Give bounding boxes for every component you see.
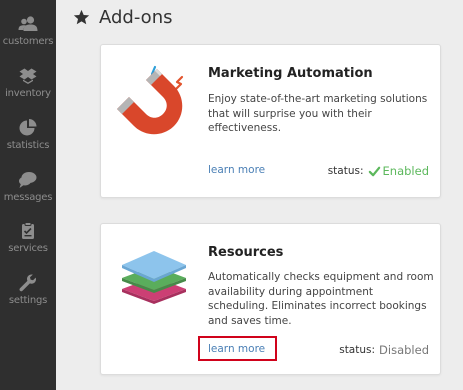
sidebar-item-label: customers [2, 36, 54, 47]
wrench-icon [19, 274, 36, 292]
customers-icon [18, 16, 38, 31]
sidebar-item-label: inventory [5, 88, 51, 99]
sidebar-item-settings[interactable]: settings [0, 273, 56, 306]
layers-icon [122, 251, 186, 304]
status-value: Disabled [379, 343, 429, 357]
checkmark-icon [368, 166, 380, 176]
status-label: status: [327, 165, 364, 177]
sidebar-item-label: messages [3, 192, 53, 203]
sidebar-item-statistics[interactable]: statistics [0, 118, 56, 151]
status-enabled: Enabled [368, 164, 429, 178]
addon-status: status: Disabled [339, 343, 429, 357]
services-icon [22, 222, 34, 239]
learn-more-link[interactable]: learn more [208, 343, 265, 355]
sidebar-item-label: services [8, 243, 48, 254]
magnet-icon [117, 65, 184, 135]
sidebar-item-label: statistics [6, 140, 50, 151]
learn-more-link[interactable]: learn more [208, 164, 265, 176]
star-icon [73, 9, 90, 24]
page-header: Add-ons [73, 4, 172, 30]
sidebar-item-inventory[interactable]: inventory [0, 66, 56, 99]
addon-description: Enjoy state-of-the-art marketing solutio… [208, 93, 428, 134]
messages-icon [19, 172, 37, 188]
sidebar: customers inventory statistics messages [0, 0, 56, 390]
status-label: status: [339, 344, 376, 356]
addon-card-marketing-automation: Marketing Automation Enjoy state-of-the-… [100, 44, 441, 198]
sidebar-item-customers[interactable]: customers [0, 14, 56, 47]
addon-title: Resources [208, 245, 284, 260]
sidebar-item-label: settings [8, 295, 48, 306]
addon-description: Automatically checks equipment and room … [208, 271, 434, 327]
sidebar-item-messages[interactable]: messages [0, 170, 56, 203]
status-value: Enabled [382, 164, 429, 178]
inventory-icon [19, 68, 37, 84]
page-title: Add-ons [99, 6, 173, 28]
addon-status: status: Enabled [328, 164, 429, 178]
addon-card-resources: Resources Automatically checks equipment… [100, 223, 441, 375]
sidebar-item-services[interactable]: services [0, 221, 56, 254]
addon-title: Marketing Automation [208, 66, 373, 81]
statistics-icon [19, 119, 37, 136]
